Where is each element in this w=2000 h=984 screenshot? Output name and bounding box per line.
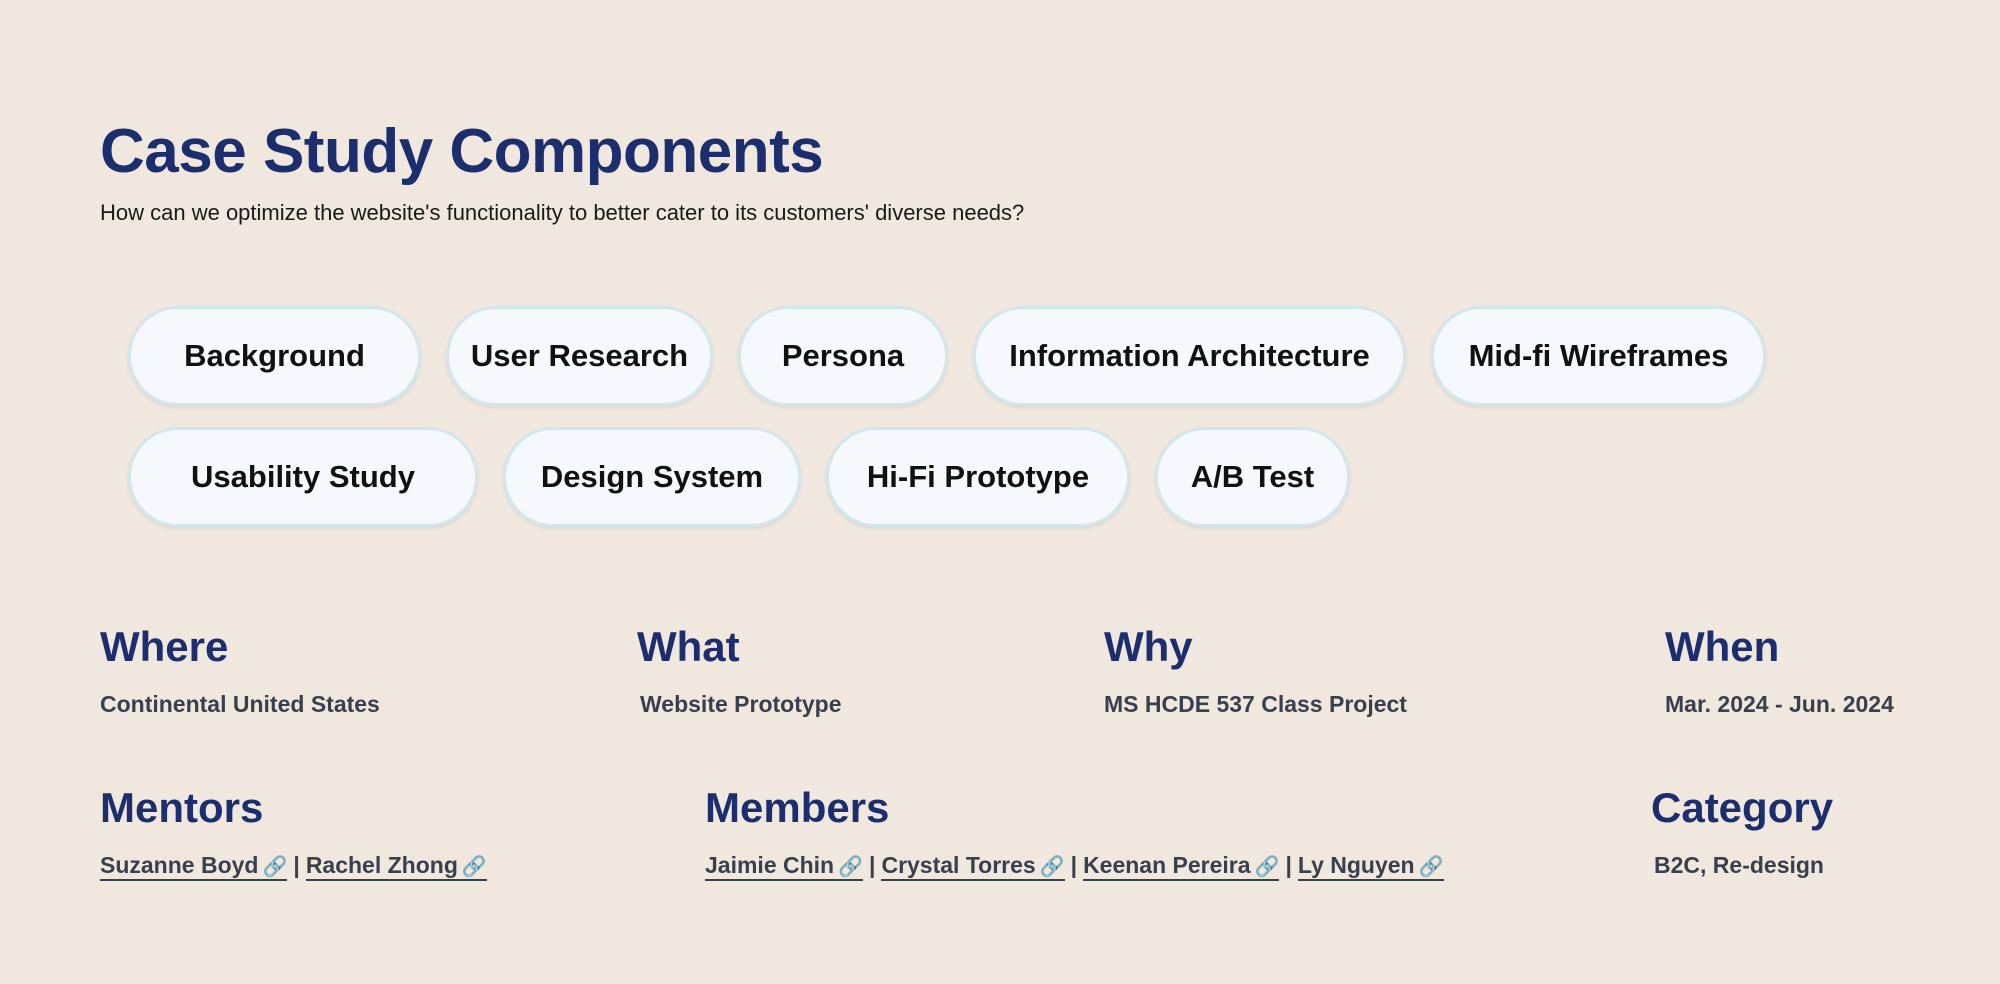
mentor-name: Rachel Zhong	[305, 852, 458, 878]
mentors-list: Suzanne Boyd 🔗 | Rachel Zhong 🔗	[100, 850, 487, 882]
page-subtitle: How can we optimize the website's functi…	[100, 200, 1025, 225]
mentor-link[interactable]: Suzanne Boyd 🔗	[100, 852, 288, 881]
category-heading: Category	[1651, 784, 1834, 831]
pill-persona[interactable]: Persona	[738, 306, 948, 406]
link-icon: 🔗	[461, 856, 487, 878]
where-heading: Where	[100, 623, 229, 670]
mentors-heading: Mentors	[100, 784, 264, 831]
mentor-name: Suzanne Boyd	[100, 852, 259, 878]
pill-background[interactable]: Background	[128, 306, 421, 406]
members-heading: Members	[705, 784, 890, 831]
member-name: Jaimie Chin	[705, 852, 835, 878]
members-list: Jaimie Chin 🔗 | Crystal Torres 🔗 | Keenan Pere…	[705, 850, 1444, 882]
link-icon: 🔗	[1039, 856, 1065, 878]
member-link[interactable]: Keenan Pereira 🔗	[1083, 852, 1280, 881]
member-name: Keenan Pereira	[1083, 852, 1251, 878]
member-link[interactable]: Crystal Torres 🔗	[881, 852, 1065, 881]
when-value: Mar. 2024 - Jun. 2024	[1665, 691, 1894, 717]
link-icon: 🔗	[1254, 856, 1280, 878]
why-value: MS HCDE 537 Class Project	[1104, 691, 1407, 717]
pill-design-system[interactable]: Design System	[503, 427, 801, 527]
where-value: Continental United States	[100, 691, 380, 717]
pill-ab-test[interactable]: A/B Test	[1155, 427, 1350, 527]
separator: |	[1070, 852, 1078, 878]
category-value: B2C, Re-design	[1654, 852, 1824, 878]
why-heading: Why	[1104, 623, 1193, 670]
what-heading: What	[637, 623, 740, 670]
link-icon: 🔗	[262, 856, 288, 878]
member-link[interactable]: Ly Nguyen 🔗	[1297, 852, 1444, 881]
when-heading: When	[1665, 623, 1780, 670]
pill-hi-fi-prototype[interactable]: Hi-Fi Prototype	[826, 427, 1130, 527]
link-icon: 🔗	[838, 856, 864, 878]
mentor-link[interactable]: Rachel Zhong 🔗	[305, 852, 487, 881]
member-link[interactable]: Jaimie Chin 🔗	[705, 852, 864, 881]
separator: |	[869, 852, 876, 878]
pill-user-research[interactable]: User Research	[446, 306, 713, 406]
member-name: Crystal Torres	[881, 852, 1036, 878]
separator: |	[1285, 852, 1292, 878]
pill-information-architecture[interactable]: Information Architecture	[973, 306, 1406, 406]
member-name: Ly Nguyen	[1297, 852, 1415, 878]
pill-usability-study[interactable]: Usability Study	[128, 427, 478, 527]
pill-mid-fi-wireframes[interactable]: Mid-fi Wireframes	[1431, 306, 1766, 406]
link-icon: 🔗	[1418, 856, 1444, 878]
page-title: Case Study Components	[100, 117, 824, 186]
separator: |	[293, 852, 300, 878]
what-value: Website Prototype	[640, 691, 842, 717]
